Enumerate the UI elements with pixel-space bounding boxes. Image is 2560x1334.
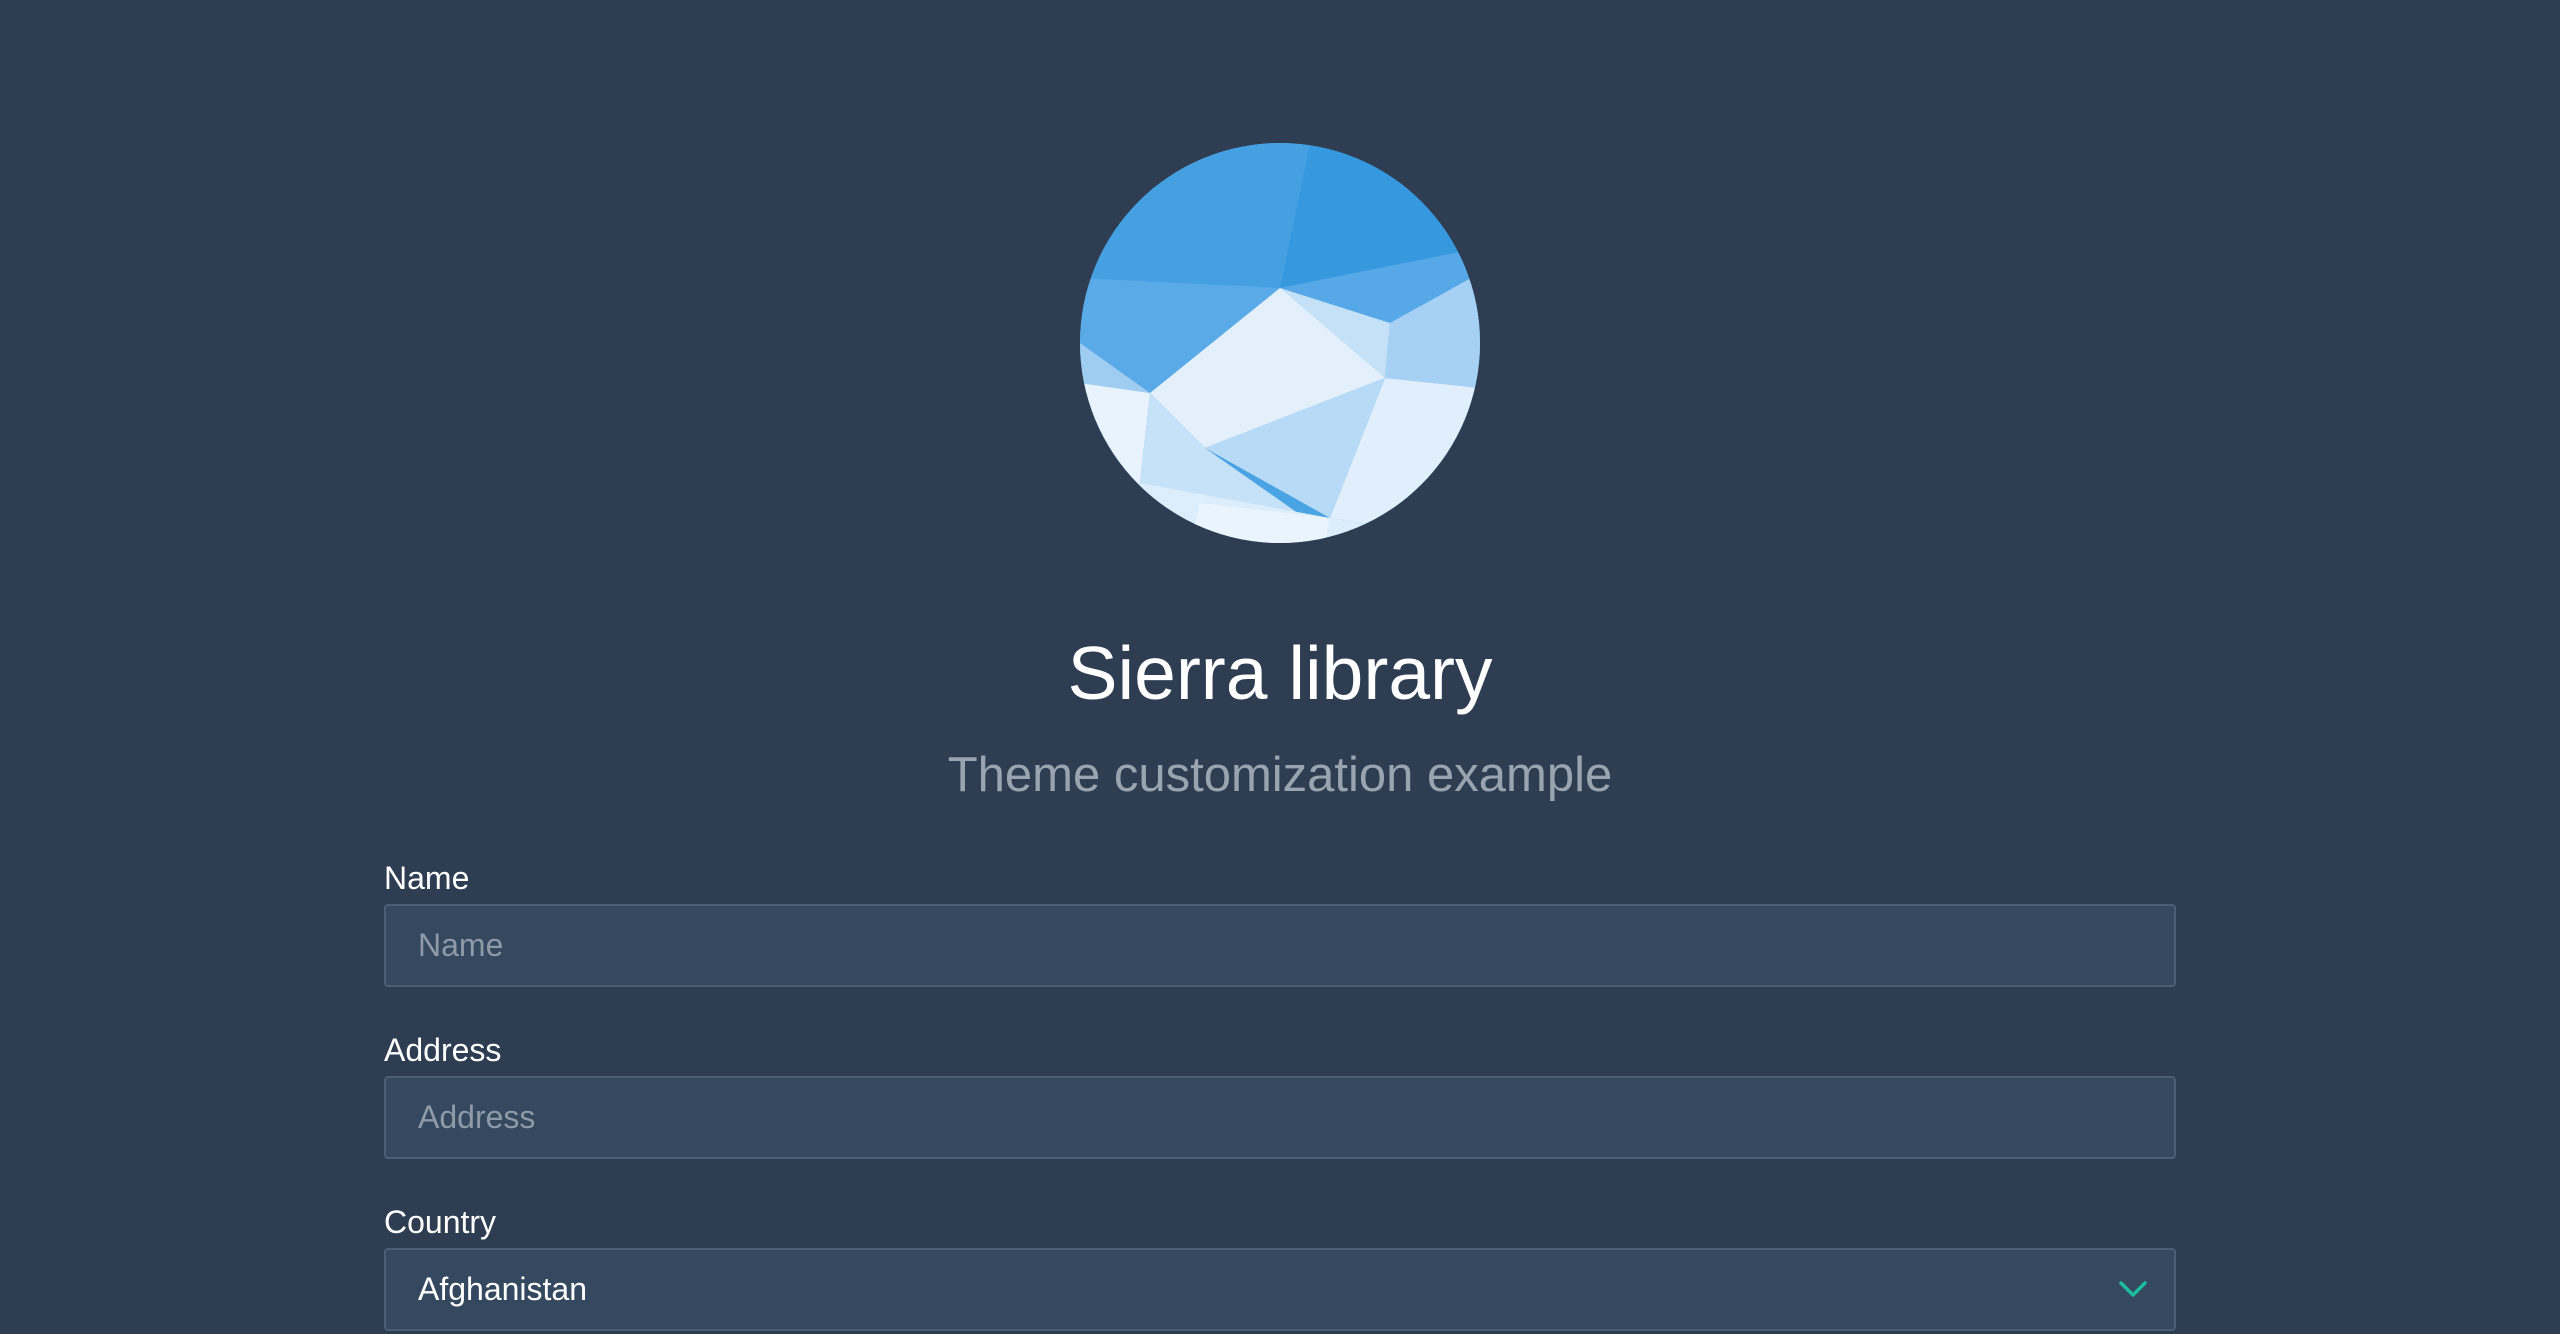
customization-form: Name Address Country Afghanistan [384,856,2176,1331]
address-field-group: Address [384,1028,2176,1159]
mountain-logo-icon [1080,143,1480,543]
country-field-group: Country Afghanistan [384,1200,2176,1331]
page: Sierra library Theme customization examp… [0,0,2560,1334]
name-field-group: Name [384,856,2176,987]
country-selected-value: Afghanistan [418,1271,588,1307]
address-input[interactable] [384,1076,2176,1159]
country-label: Country [384,1204,497,1240]
chevron-down-icon [2119,1281,2147,1297]
page-subtitle: Theme customization example [947,748,1613,802]
address-label: Address [384,1032,502,1068]
country-select[interactable]: Afghanistan [384,1248,2176,1331]
page-title: Sierra library [1067,631,1493,715]
name-label: Name [384,860,470,896]
name-input[interactable] [384,904,2176,987]
